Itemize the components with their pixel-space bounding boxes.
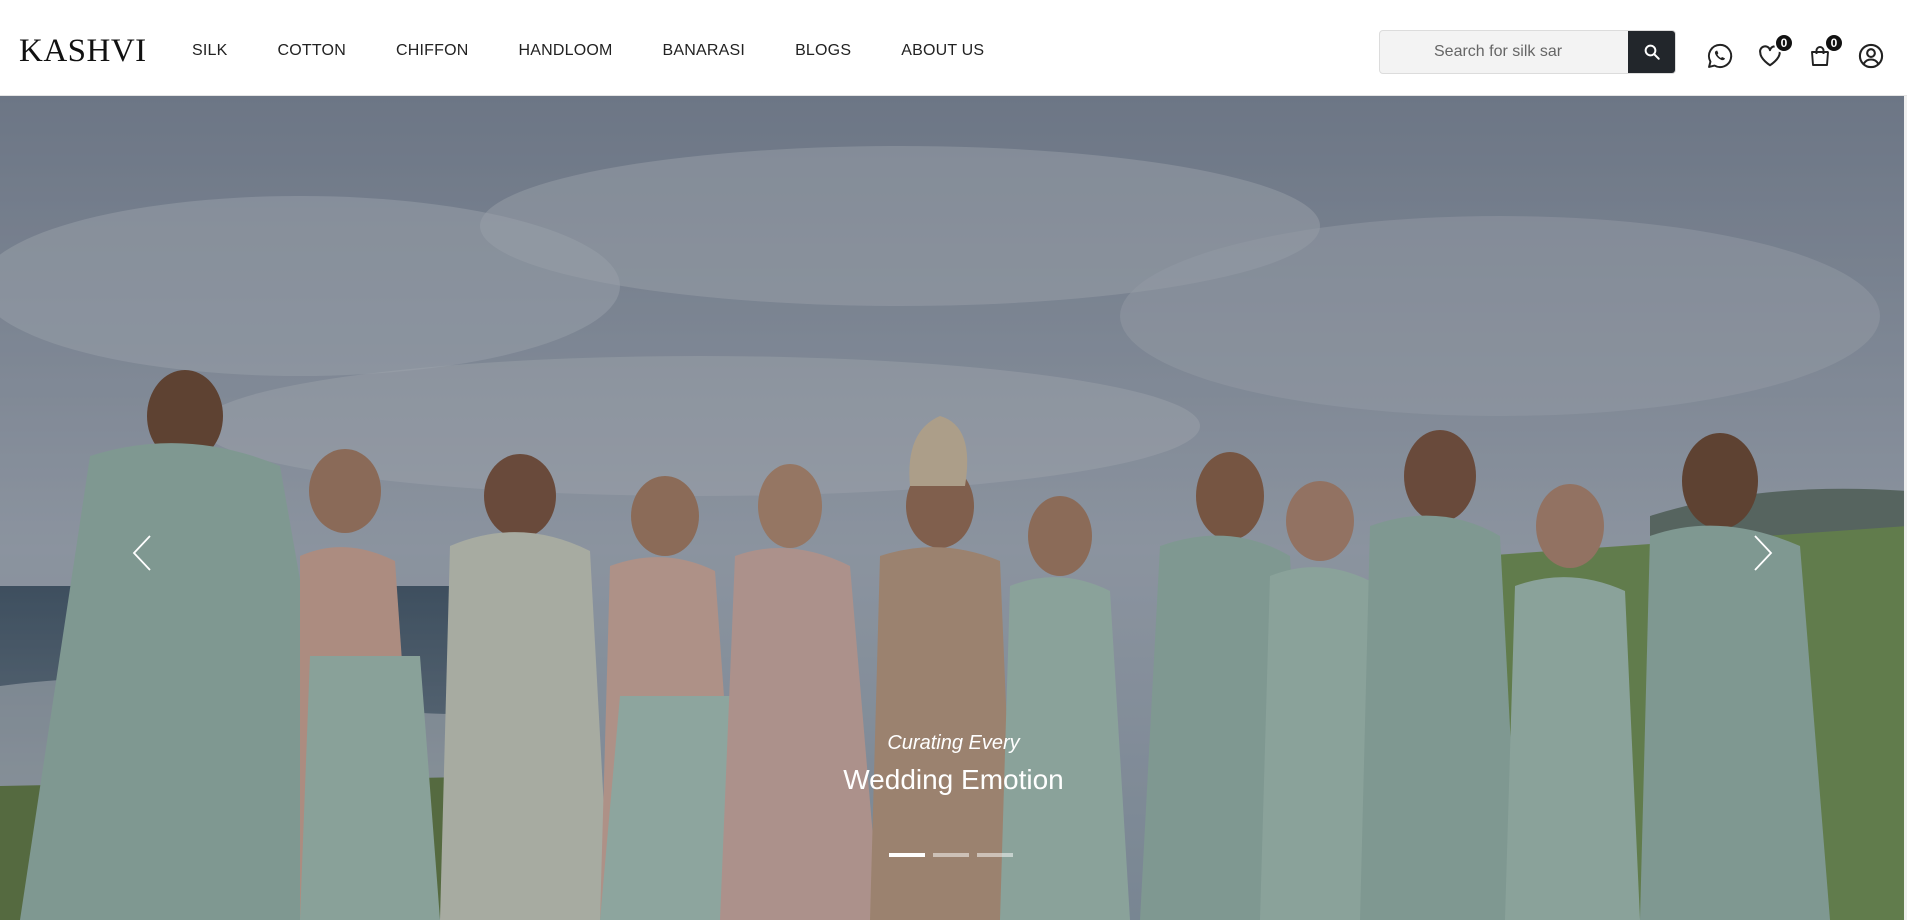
- search-box: [1379, 30, 1676, 74]
- nav-item-about-us[interactable]: ABOUT US: [901, 42, 984, 60]
- carousel-pagination: [889, 853, 1013, 857]
- hero-subtitle: Curating Every: [887, 732, 1020, 754]
- account-button[interactable]: [1857, 42, 1885, 70]
- nav-item-silk[interactable]: SILK: [192, 42, 228, 60]
- whatsapp-icon: [1707, 43, 1733, 69]
- cart-count-badge: 0: [1824, 33, 1844, 53]
- hero-carousel: Curating Every Wedding Emotion: [0, 96, 1907, 920]
- brand-logo[interactable]: KASHVI: [19, 33, 147, 70]
- carousel-prev-button[interactable]: [122, 528, 162, 578]
- whatsapp-button[interactable]: [1706, 42, 1734, 70]
- nav-item-cotton[interactable]: COTTON: [278, 42, 346, 60]
- nav-item-chiffon[interactable]: CHIFFON: [396, 42, 469, 60]
- carousel-dot-2[interactable]: [933, 853, 969, 857]
- nav-item-banarasi[interactable]: BANARASI: [663, 42, 746, 60]
- cart-button[interactable]: 0: [1806, 33, 1844, 70]
- main-nav: SILK COTTON CHIFFON HANDLOOM BANARASI BL…: [192, 42, 1034, 60]
- nav-item-blogs[interactable]: BLOGS: [795, 42, 851, 60]
- nav-item-handloom[interactable]: HANDLOOM: [518, 42, 612, 60]
- carousel-dot-1[interactable]: [889, 853, 925, 857]
- hero-title: Wedding Emotion: [843, 764, 1064, 795]
- wishlist-button[interactable]: 0: [1756, 33, 1794, 70]
- carousel-dot-3[interactable]: [977, 853, 1013, 857]
- chevron-left-icon: [132, 535, 151, 571]
- carousel-next-button[interactable]: [1743, 528, 1783, 578]
- chevron-right-icon: [1754, 535, 1773, 571]
- search-button[interactable]: [1628, 31, 1675, 73]
- wishlist-count-badge: 0: [1774, 33, 1794, 53]
- user-circle-icon: [1858, 43, 1884, 69]
- search-icon: [1644, 44, 1660, 60]
- search-input[interactable]: [1380, 31, 1631, 73]
- hero-dark-overlay: [0, 96, 1907, 920]
- site-header: KASHVI SILK COTTON CHIFFON HANDLOOM BANA…: [0, 6, 1907, 96]
